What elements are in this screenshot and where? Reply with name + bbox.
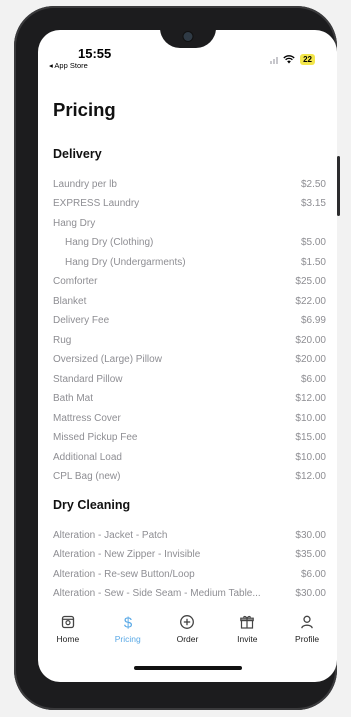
- tab-label: Profile: [295, 634, 320, 644]
- price-row: Laundry per lb $2.50: [53, 176, 326, 192]
- item-name: Comforter: [53, 276, 98, 287]
- item-name: Hang Dry: [53, 217, 96, 229]
- price-row: Hang Dry (Undergarments) $1.50: [53, 254, 326, 270]
- price-row: Hang Dry (Clothing) $5.00: [53, 235, 326, 251]
- item-price: $20.00: [295, 334, 326, 346]
- item-price: $6.00: [300, 568, 326, 580]
- price-row: Delivery Fee $6.99: [53, 313, 326, 329]
- item-name: Delivery Fee: [53, 315, 110, 326]
- item-price: $3.15: [300, 198, 326, 209]
- tab-label: Order: [176, 634, 199, 644]
- price-row: Standard Pillow $6.00: [53, 371, 326, 387]
- item-name: CPL Bag (new): [53, 471, 121, 482]
- dollar-icon: $: [124, 615, 133, 631]
- item-name: Additional Load: [53, 451, 122, 463]
- price-row: Missed Pickup Fee $15.00: [53, 430, 326, 446]
- wifi-icon: [283, 55, 295, 64]
- item-name: Oversized (Large) Pillow: [53, 354, 162, 365]
- item-name: Rug: [53, 334, 72, 346]
- item-name: Alteration - Sew - Side Seam - Medium Ta…: [53, 588, 261, 599]
- price-row: Blanket $22.00: [53, 293, 326, 309]
- gift-icon: [240, 615, 255, 629]
- item-price: $2.50: [300, 178, 326, 190]
- item-name: Alteration - New Zipper - Invisible: [53, 549, 201, 560]
- item-price: $30.00: [295, 529, 326, 541]
- svg-text:$: $: [124, 615, 133, 631]
- item-name: Alteration - Re-sew Button/Loop: [53, 568, 195, 580]
- price-row: Mattress Cover $10.00: [53, 410, 326, 426]
- tab-invite[interactable]: Invite: [222, 606, 272, 656]
- app-screen: 15:55 ◂ App Store 22 Pricing Delivery La…: [38, 30, 337, 682]
- phone-side-button: [337, 156, 340, 216]
- tab-label: Invite: [237, 634, 258, 644]
- item-price: $1.50: [300, 256, 326, 268]
- price-row: Bath Mat $12.00: [53, 391, 326, 407]
- price-row: Additional Load $10.00: [53, 449, 326, 465]
- item-price: $20.00: [295, 354, 326, 365]
- battery-indicator: 22: [300, 54, 315, 65]
- item-price: $15.00: [295, 432, 326, 443]
- item-price: $10.00: [295, 412, 326, 424]
- section-title-delivery: Delivery: [53, 147, 102, 161]
- item-price: $12.00: [295, 393, 326, 404]
- home-indicator[interactable]: [133, 666, 242, 670]
- home-icon: [61, 615, 75, 629]
- item-price: $5.00: [300, 237, 326, 248]
- item-name: Blanket: [53, 295, 87, 307]
- item-name: EXPRESS Laundry: [53, 198, 140, 209]
- price-row: Comforter $25.00: [53, 274, 326, 290]
- page-title: Pricing: [53, 99, 116, 120]
- phone-frame: 15:55 ◂ App Store 22 Pricing Delivery La…: [14, 6, 340, 710]
- plus-circle-icon: [180, 615, 195, 629]
- item-name: Standard Pillow: [53, 373, 123, 385]
- section-title-dry-cleaning: Dry Cleaning: [53, 498, 131, 512]
- status-indicators: 22: [270, 54, 315, 65]
- item-price: $25.00: [295, 276, 326, 287]
- price-row: CPL Bag (new) $12.00: [53, 469, 326, 485]
- tab-order[interactable]: Order: [162, 606, 212, 656]
- price-row: Hang Dry: [53, 215, 326, 231]
- tab-pricing[interactable]: $ Pricing: [103, 606, 153, 656]
- price-row: Alteration - Sew - Side Seam - Medium Ta…: [53, 586, 326, 602]
- item-name: Alteration - Jacket - Patch: [53, 529, 168, 541]
- tab-home[interactable]: Home: [43, 606, 93, 656]
- person-icon: [301, 615, 313, 629]
- item-price: $35.00: [295, 549, 326, 560]
- price-row: Rug $20.00: [53, 332, 326, 348]
- item-name: Missed Pickup Fee: [53, 432, 138, 443]
- item-name: Laundry per lb: [53, 178, 117, 190]
- price-row: Alteration - Re-sew Button/Loop $6.00: [53, 566, 326, 582]
- status-bar: 15:55 ◂ App Store 22: [38, 30, 337, 74]
- price-row: EXPRESS Laundry $3.15: [53, 196, 326, 212]
- item-price: $30.00: [295, 588, 326, 599]
- item-price: $22.00: [295, 295, 326, 307]
- tab-bar: Home $ Pricing Order Invite Profile: [38, 606, 337, 656]
- item-name: Bath Mat: [53, 393, 94, 404]
- price-row: Alteration - Jacket - Patch $30.00: [53, 527, 326, 543]
- item-price: $12.00: [295, 471, 326, 482]
- tab-profile[interactable]: Profile: [282, 606, 332, 656]
- price-row: Alteration - New Zipper - Invisible $35.0…: [53, 547, 326, 563]
- item-name: Hang Dry (Undergarments): [65, 256, 186, 268]
- item-name: Mattress Cover: [53, 412, 121, 424]
- item-price: $6.00: [300, 373, 326, 385]
- item-price: $6.99: [300, 315, 326, 326]
- item-price: $10.00: [295, 451, 326, 463]
- price-row: Oversized (Large) Pillow $20.00: [53, 352, 326, 368]
- status-time: 15:55: [78, 46, 112, 61]
- tab-label: Home: [56, 634, 80, 644]
- tab-label: Pricing: [114, 634, 141, 644]
- item-name: Hang Dry (Clothing): [65, 237, 154, 248]
- cellular-signal-icon: [270, 56, 279, 64]
- back-to-app-store-link[interactable]: ◂ App Store: [49, 61, 88, 70]
